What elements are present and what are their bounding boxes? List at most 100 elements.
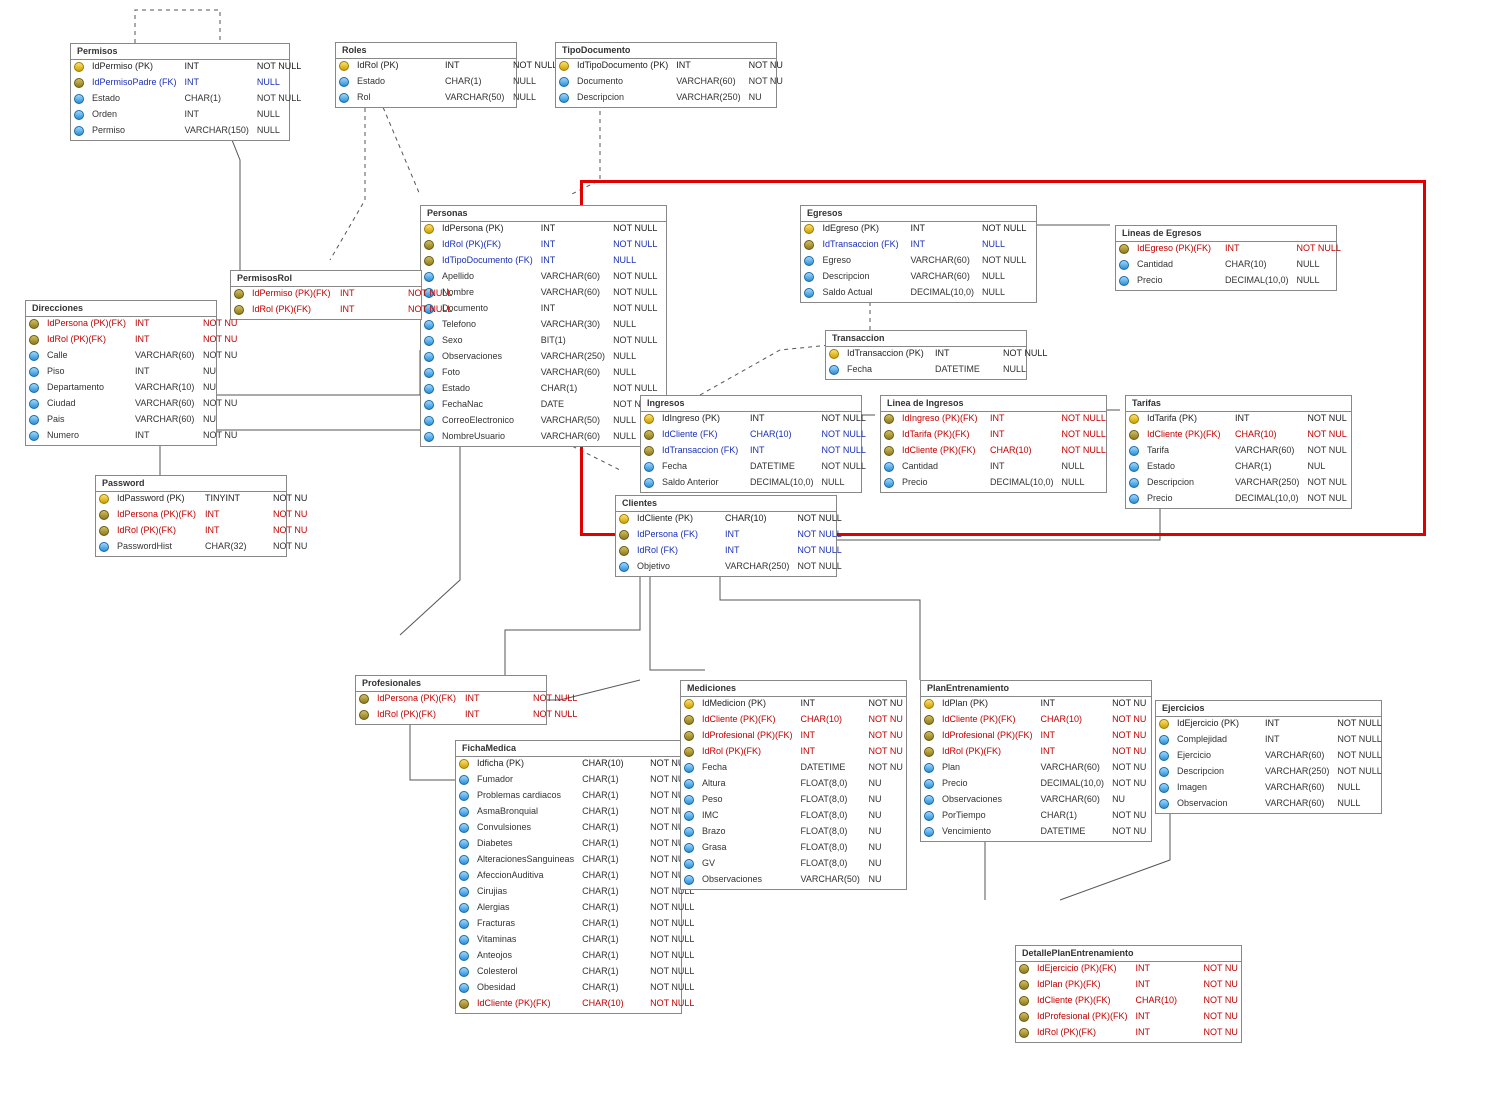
column-type: VARCHAR(150)	[181, 124, 253, 140]
column-icon	[99, 494, 109, 504]
column-row: IdRol (PK)(FK)INTNOT NULL	[231, 303, 462, 319]
column-icon	[1129, 446, 1139, 456]
column-type: INT	[461, 692, 529, 708]
column-row: DocumentoVARCHAR(60)NOT NU	[556, 75, 803, 91]
table-lineasegresos[interactable]: Lineas de Egresos IdEgreso (PK)(FK)INTNO…	[1115, 225, 1337, 291]
column-type: DECIMAL(10,0)	[746, 476, 818, 492]
table-password[interactable]: Password IdPassword (PK)TINYINTNOT NUIdP…	[95, 475, 287, 557]
column-row: IdProfesional (PK)(FK)INTNOT NU	[681, 729, 923, 745]
column-row: ApellidoVARCHAR(60)NOT NULL	[421, 270, 667, 286]
column-type: INT	[336, 287, 404, 303]
column-null: NOT NULL	[793, 560, 851, 576]
column-icon	[1159, 735, 1169, 745]
table-permisosrol[interactable]: PermisosRol IdPermiso (PK)(FK)INTNOT NUL…	[230, 270, 422, 320]
column-row: AfeccionAuditivaCHAR(1)NOT NULL	[456, 869, 704, 885]
column-icon	[1019, 964, 1029, 974]
column-null: NOT NU	[865, 729, 923, 745]
column-name: Obesidad	[473, 981, 578, 997]
column-row: ObservacionesVARCHAR(50)NU	[681, 873, 923, 889]
column-row: AlturaFLOAT(8,0)NU	[681, 777, 923, 793]
column-name: IdIngreso (PK)	[658, 412, 746, 428]
column-name: IdPlan (PK)	[938, 697, 1037, 713]
column-name: IdRol (PK)	[353, 59, 441, 75]
column-row: IdTransaccion (FK)INTNOT NULL	[641, 444, 876, 460]
column-name: IdRol (PK)(FK)	[698, 745, 797, 761]
column-name: IdRol (PK)(FK)	[248, 303, 336, 319]
column-type: INT	[181, 76, 253, 92]
column-icon	[459, 935, 469, 945]
column-type: CHAR(1)	[578, 949, 646, 965]
column-type: INT	[131, 365, 199, 381]
column-row: IdEjercicio (PK)INTNOT NULL	[1156, 717, 1391, 733]
column-null: NOT NULL	[404, 287, 462, 303]
table-fichamedica[interactable]: FichaMedica Idficha (PK)CHAR(10)NOT NULL…	[455, 740, 682, 1014]
column-row: PorTiempoCHAR(1)NOT NU	[921, 809, 1166, 825]
column-type: CHAR(1)	[578, 933, 646, 949]
column-null: NU	[865, 777, 923, 793]
column-name: IdRol (FK)	[633, 544, 721, 560]
column-type: VARCHAR(60)	[1261, 749, 1333, 765]
column-null: NOT NULL	[818, 412, 876, 428]
table-transaccion[interactable]: Transaccion IdTransaccion (PK)INTNOT NUL…	[825, 330, 1027, 380]
column-row: IdCliente (PK)(FK)CHAR(10)NOT NU	[681, 713, 923, 729]
table-mediciones[interactable]: Mediciones IdMedicion (PK)INTNOT NUIdCli…	[680, 680, 907, 890]
table-profesionales[interactable]: Profesionales IdPersona (PK)(FK)INTNOT N…	[355, 675, 547, 725]
table-tipodocumento[interactable]: TipoDocumento IdTipoDocumento (PK)INTNOT…	[555, 42, 777, 108]
column-null: NOT NU	[1200, 1010, 1258, 1026]
column-name: Apellido	[438, 270, 537, 286]
column-icon	[684, 747, 694, 757]
column-icon	[684, 859, 694, 869]
column-null: NULL	[253, 124, 311, 140]
column-null: NULL	[818, 476, 876, 492]
column-null: NOT NULL	[529, 692, 587, 708]
column-row: FumadorCHAR(1)NOT NULL	[456, 773, 704, 789]
column-type: VARCHAR(250)	[1231, 476, 1303, 492]
column-icon	[1129, 494, 1139, 504]
column-name: IdPermiso (PK)	[88, 60, 181, 76]
column-row: IdTipoDocumento (PK)INTNOT NU	[556, 59, 803, 75]
table-egresos[interactable]: Egresos IdEgreso (PK)INTNOT NULLIdTransa…	[800, 205, 1037, 303]
table-clientes[interactable]: Clientes IdCliente (PK)CHAR(10)NOT NULLI…	[615, 495, 837, 577]
column-row: NumeroINTNOT NU	[26, 429, 257, 445]
column-null: NOT NULL	[818, 444, 876, 460]
table-permisos[interactable]: Permisos IdPermiso (PK)INTNOT NULLIdPerm…	[70, 43, 290, 141]
column-type: CHAR(10)	[1037, 713, 1109, 729]
column-row: FechaDATETIMENOT NULL	[641, 460, 876, 476]
table-roles[interactable]: Roles IdRol (PK)INTNOT NULLEstadoCHAR(1)…	[335, 42, 517, 108]
column-type: INT	[906, 222, 978, 238]
column-null: NOT NULL	[529, 708, 587, 724]
table-tarifas[interactable]: Tarifas IdTarifa (PK)INTNOT NULIdCliente…	[1125, 395, 1352, 509]
column-icon	[684, 811, 694, 821]
table-ingresos[interactable]: Ingresos IdIngreso (PK)INTNOT NULLIdClie…	[640, 395, 862, 493]
table-lineaingresos[interactable]: Linea de Ingresos IdIngreso (PK)(FK)INTN…	[880, 395, 1107, 493]
column-type: DECIMAL(10,0)	[1037, 777, 1109, 793]
column-null: NOT NULL	[978, 222, 1036, 238]
column-null: NULL	[1333, 781, 1391, 797]
column-row: RolVARCHAR(50)NULL	[336, 91, 567, 107]
table-ejercicios[interactable]: Ejercicios IdEjercicio (PK)INTNOT NULLCo…	[1155, 700, 1382, 814]
column-row: GrasaFLOAT(8,0)NU	[681, 841, 923, 857]
column-icon	[684, 699, 694, 709]
column-name: Estado	[88, 92, 181, 108]
column-name: Cantidad	[898, 460, 986, 476]
table-planentrenamiento[interactable]: PlanEntrenamiento IdPlan (PK)INTNOT NUId…	[920, 680, 1152, 842]
table-personas[interactable]: Personas IdPersona (PK)INTNOT NULLIdRol …	[420, 205, 667, 447]
column-icon	[884, 462, 894, 472]
column-row: Idficha (PK)CHAR(10)NOT NULL	[456, 757, 704, 773]
column-name: IdEgreso (PK)(FK)	[1133, 242, 1221, 258]
column-icon	[924, 811, 934, 821]
column-name: IdTarifa (PK)(FK)	[898, 428, 986, 444]
column-name: IdPassword (PK)	[113, 492, 201, 508]
column-row: IdTarifa (PK)INTNOT NUL	[1126, 412, 1361, 428]
column-null: NOT NU	[269, 524, 327, 540]
table-detalleplanentrenamiento[interactable]: DetallePlanEntrenamiento IdEjercicio (PK…	[1015, 945, 1242, 1043]
column-name: Precio	[938, 777, 1037, 793]
table-direcciones[interactable]: Direcciones IdPersona (PK)(FK)INTNOT NUI…	[25, 300, 217, 446]
column-null: NOT NULL	[1333, 717, 1391, 733]
column-name: Ejercicio	[1173, 749, 1261, 765]
column-type: CHAR(10)	[986, 444, 1058, 460]
column-icon	[1019, 1028, 1029, 1038]
column-name: IdPermiso (PK)(FK)	[248, 287, 336, 303]
column-type: CHAR(1)	[578, 837, 646, 853]
column-row: IdRol (PK)(FK)INTNOT NU	[921, 745, 1166, 761]
